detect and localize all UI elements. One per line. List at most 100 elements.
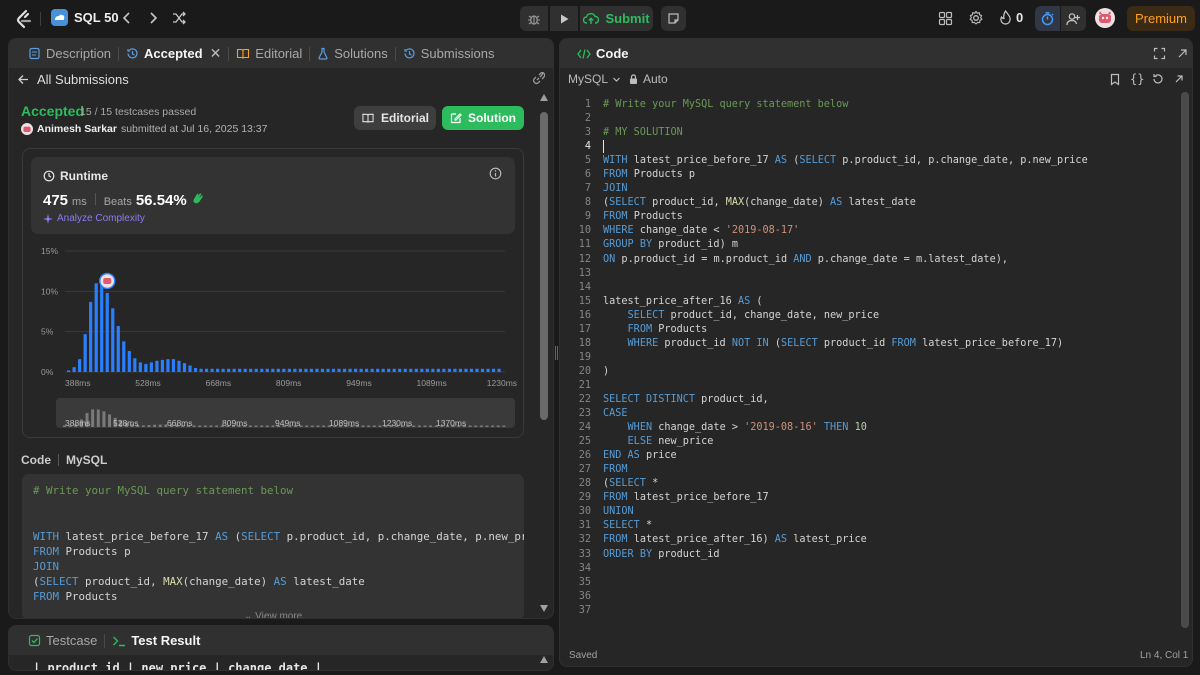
runtime-distribution-chart[interactable]: 15% 10% 5% 0% 388ms 528ms 668ms 809ms 949ms 1089m… bbox=[23, 237, 523, 437]
histogram-bar[interactable] bbox=[204, 368, 209, 372]
histogram-bar[interactable] bbox=[155, 360, 159, 372]
user-avatar[interactable] bbox=[1095, 8, 1115, 28]
reset-icon[interactable] bbox=[1152, 73, 1164, 85]
layout-icon[interactable] bbox=[938, 11, 953, 26]
code-line[interactable] bbox=[603, 140, 1173, 154]
add-friend-button[interactable] bbox=[1061, 6, 1086, 31]
view-more-link[interactable]: ⌄ View more bbox=[244, 611, 302, 618]
code-line[interactable] bbox=[603, 351, 1173, 365]
bookmark-icon[interactable] bbox=[1109, 73, 1121, 86]
scroll-up-arrow-icon[interactable] bbox=[540, 656, 548, 663]
histogram-bar[interactable] bbox=[420, 368, 424, 372]
code-line[interactable] bbox=[603, 267, 1173, 281]
histogram-bar[interactable] bbox=[365, 368, 369, 372]
histogram-bar[interactable] bbox=[127, 351, 131, 372]
histogram-bar[interactable] bbox=[216, 368, 220, 372]
histogram-bar[interactable] bbox=[480, 368, 485, 372]
analyze-complexity-link[interactable]: Analyze Complexity bbox=[43, 213, 145, 224]
histogram-bar[interactable] bbox=[320, 368, 325, 372]
histogram-bar[interactable] bbox=[342, 368, 347, 372]
code-line[interactable]: WHEN change_date > '2019-08-16' THEN 10 bbox=[603, 421, 1173, 435]
code-line[interactable]: FROM Products p bbox=[603, 168, 1173, 182]
leetcode-logo-icon[interactable] bbox=[14, 9, 34, 29]
auto-mode-toggle[interactable]: Auto bbox=[629, 72, 668, 86]
histogram-bar[interactable] bbox=[447, 368, 452, 372]
tab-submissions[interactable]: Submissions bbox=[396, 39, 502, 68]
histogram-bar[interactable] bbox=[199, 368, 203, 372]
histogram-bar[interactable] bbox=[458, 368, 463, 372]
tab-testcase[interactable]: Testcase bbox=[21, 626, 104, 655]
histogram-bar[interactable] bbox=[486, 368, 490, 372]
histogram-bar[interactable] bbox=[326, 368, 330, 372]
code-line[interactable]: ORDER BY product_id bbox=[603, 548, 1173, 562]
code-line[interactable]: (SELECT * bbox=[603, 477, 1173, 491]
share-link-icon[interactable] bbox=[531, 71, 546, 86]
histogram-bar[interactable] bbox=[376, 368, 380, 372]
histogram-bar[interactable] bbox=[398, 368, 402, 372]
code-line[interactable] bbox=[603, 604, 1173, 618]
code-line[interactable]: FROM bbox=[603, 463, 1173, 477]
histogram-bar[interactable] bbox=[359, 368, 363, 372]
code-line[interactable]: # MY SOLUTION bbox=[603, 126, 1173, 140]
histogram-bar[interactable] bbox=[282, 368, 286, 372]
shuffle-icon[interactable] bbox=[171, 10, 187, 26]
scrollbar[interactable] bbox=[539, 94, 549, 614]
settings-gear-icon[interactable] bbox=[968, 10, 984, 26]
solution-button[interactable]: Solution bbox=[442, 106, 524, 130]
histogram-bar[interactable] bbox=[227, 368, 231, 372]
histogram-bar[interactable] bbox=[387, 368, 391, 372]
histogram-bar[interactable] bbox=[497, 368, 501, 372]
histogram-bar[interactable] bbox=[403, 368, 407, 372]
histogram-bar[interactable] bbox=[276, 368, 280, 372]
editorial-button[interactable]: Editorial bbox=[354, 106, 436, 130]
submitter-avatar[interactable] bbox=[21, 123, 33, 135]
histogram-bar[interactable] bbox=[221, 368, 225, 372]
debug-button[interactable] bbox=[520, 6, 548, 31]
histogram-bar[interactable] bbox=[431, 368, 435, 372]
code-line[interactable] bbox=[603, 112, 1173, 126]
histogram-bar[interactable] bbox=[149, 362, 153, 372]
code-line[interactable]: FROM Products bbox=[603, 323, 1173, 337]
histogram-bar[interactable] bbox=[243, 368, 247, 372]
histogram-bar[interactable] bbox=[353, 368, 358, 372]
code-line[interactable]: SELECT DISTINCT product_id, bbox=[603, 393, 1173, 407]
run-button[interactable] bbox=[550, 6, 578, 31]
code-line[interactable]: UNION bbox=[603, 505, 1173, 519]
histogram-bar[interactable] bbox=[293, 368, 297, 372]
code-line[interactable]: ) bbox=[603, 365, 1173, 379]
histogram-bar[interactable] bbox=[171, 359, 176, 372]
scroll-up-arrow-icon[interactable] bbox=[540, 94, 548, 101]
histogram-bar[interactable] bbox=[254, 368, 258, 372]
histogram-bar[interactable] bbox=[122, 341, 126, 372]
histogram-bar[interactable] bbox=[210, 368, 214, 372]
histogram-bar[interactable] bbox=[409, 368, 413, 372]
histogram-bar[interactable] bbox=[348, 368, 352, 372]
histogram-bar[interactable] bbox=[436, 368, 440, 372]
histogram-bar[interactable] bbox=[72, 367, 76, 372]
histogram-bar[interactable] bbox=[304, 368, 308, 372]
histogram-bar[interactable] bbox=[287, 368, 291, 372]
histogram-bar[interactable] bbox=[144, 363, 148, 372]
code-line[interactable]: ON p.product_id = m.product_id AND p.cha… bbox=[603, 253, 1173, 267]
code-line[interactable]: WHERE change_date < '2019-08-17' bbox=[603, 224, 1173, 238]
language-selector[interactable]: MySQL bbox=[568, 72, 621, 86]
code-line[interactable]: SELECT * bbox=[603, 519, 1173, 533]
code-line[interactable]: WHERE product_id NOT IN (SELECT product_… bbox=[603, 337, 1173, 351]
premium-button[interactable]: Premium bbox=[1127, 6, 1195, 31]
code-line[interactable]: FROM latest_price_before_17 bbox=[603, 491, 1173, 505]
info-icon[interactable] bbox=[489, 167, 502, 180]
histogram-bar[interactable] bbox=[100, 284, 104, 372]
collapse-icon[interactable] bbox=[1176, 47, 1189, 60]
histogram-bar[interactable] bbox=[265, 368, 269, 372]
histogram-bar[interactable] bbox=[182, 363, 187, 372]
problem-list-button[interactable]: SQL 50 bbox=[51, 9, 119, 26]
histogram-bar[interactable] bbox=[133, 358, 137, 372]
scrollbar-thumb[interactable] bbox=[540, 112, 548, 420]
code-editor-content[interactable]: # Write your MySQL query statement below… bbox=[603, 98, 1173, 618]
notes-button[interactable] bbox=[661, 6, 686, 31]
prev-problem-icon[interactable] bbox=[119, 10, 135, 26]
scroll-down-arrow-icon[interactable] bbox=[540, 605, 548, 612]
histogram-bar[interactable] bbox=[425, 368, 429, 372]
histogram-bar[interactable] bbox=[475, 368, 479, 372]
tab-solutions[interactable]: Solutions bbox=[310, 39, 394, 68]
